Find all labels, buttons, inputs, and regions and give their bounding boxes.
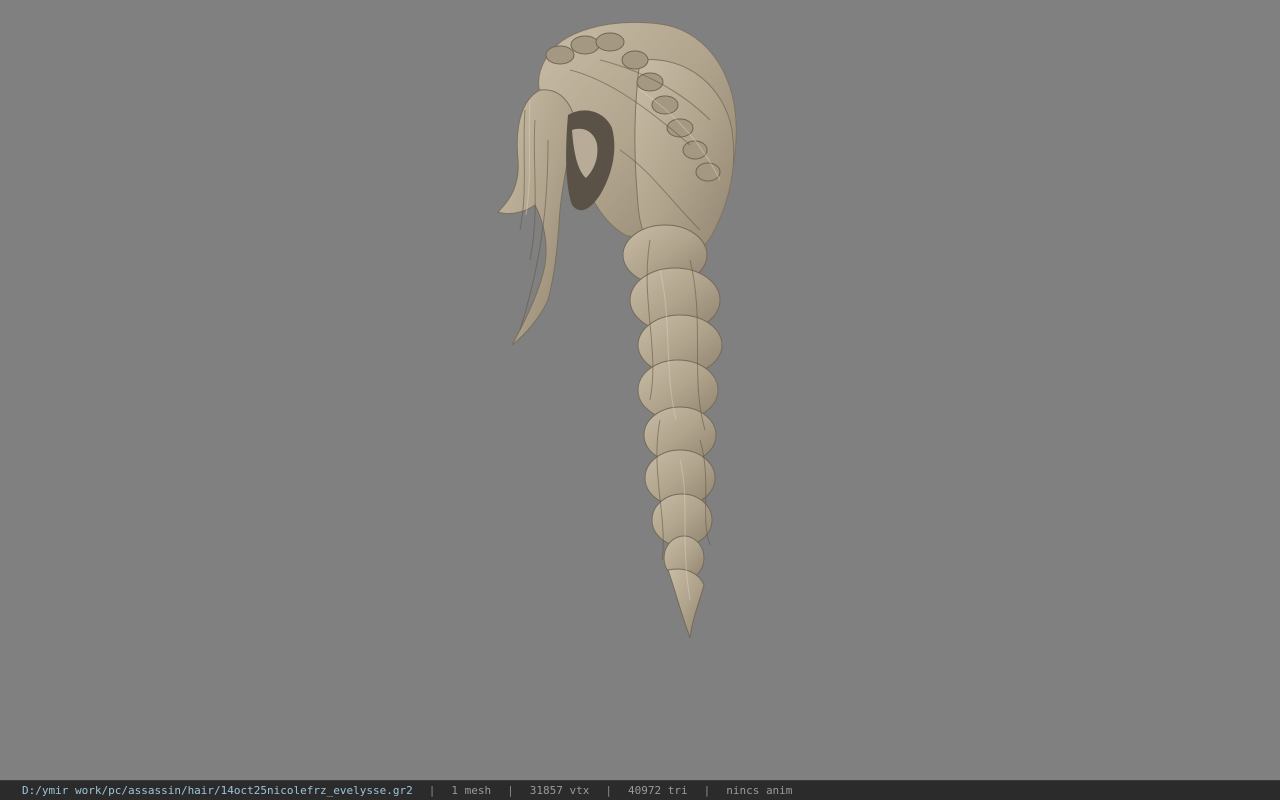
animation-status: nincs anim: [726, 784, 793, 797]
hair-model-render: [497, 22, 737, 639]
separator: |: [507, 784, 514, 797]
separator: |: [605, 784, 612, 797]
3d-viewport[interactable]: [0, 0, 1280, 780]
separator: |: [703, 784, 711, 797]
separator: |: [428, 784, 436, 797]
hair-fringe-left: [497, 89, 576, 346]
braid-tail: [667, 568, 705, 639]
vertex-count: 31857 vtx: [529, 784, 590, 797]
triangle-count: 40972 tri: [627, 784, 688, 797]
status-bar: D:/ymir work/pc/assassin/hair/14oct25nic…: [0, 780, 1280, 800]
mesh-count: 1 mesh: [451, 784, 492, 797]
file-path: D:/ymir work/pc/assassin/hair/14oct25nic…: [22, 784, 413, 797]
